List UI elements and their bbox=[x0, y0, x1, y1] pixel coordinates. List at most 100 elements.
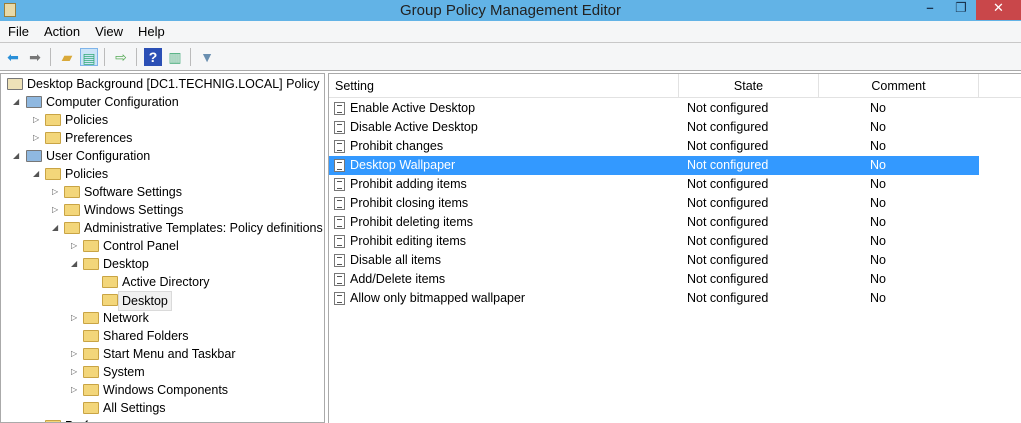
tree-node[interactable]: ▷ Windows Settings bbox=[1, 201, 324, 219]
close-button[interactable]: ✕ bbox=[976, 0, 1021, 20]
menu-view[interactable]: View bbox=[87, 21, 130, 39]
policy-setting-icon bbox=[334, 102, 345, 115]
collapse-icon[interactable]: ◢ bbox=[52, 219, 60, 237]
tree-node-label: Start Menu and Taskbar bbox=[103, 347, 236, 361]
tree-node[interactable]: ◢ Policies bbox=[1, 165, 324, 183]
collapse-icon[interactable]: ◢ bbox=[71, 255, 79, 273]
forward-arrow-icon[interactable]: ➡ bbox=[26, 48, 44, 66]
export-list-icon[interactable]: ⇨ bbox=[112, 48, 130, 66]
tree-node-label: Windows Components bbox=[103, 383, 229, 397]
setting-name: Allow only bitmapped wallpaper bbox=[350, 291, 526, 305]
setting-state: Not configured bbox=[687, 101, 769, 115]
expand-icon[interactable]: ▷ bbox=[33, 111, 41, 129]
config-icon bbox=[26, 150, 42, 162]
tree-node[interactable]: Desktop Background [DC1.TECHNIG.LOCAL] P… bbox=[1, 75, 324, 93]
policy-setting-icon bbox=[334, 273, 345, 286]
collapse-icon[interactable]: ◢ bbox=[13, 147, 21, 165]
show-hide-tree-icon[interactable]: ▤ bbox=[80, 48, 98, 66]
folder-icon bbox=[83, 330, 99, 342]
expand-icon[interactable]: ▷ bbox=[52, 201, 60, 219]
expand-icon[interactable]: ▷ bbox=[71, 309, 79, 327]
folder-icon bbox=[45, 114, 61, 126]
tree-node[interactable]: ▷ Preferences bbox=[1, 417, 324, 422]
setting-state: Not configured bbox=[687, 253, 769, 267]
tree-node-label: Software Settings bbox=[84, 185, 182, 199]
folder-icon bbox=[83, 384, 99, 396]
setting-row[interactable]: Disable all items Not configured No bbox=[329, 251, 979, 270]
tree-node[interactable]: Desktop bbox=[1, 291, 324, 311]
tree-node[interactable]: ▷ Control Panel bbox=[1, 237, 324, 255]
expand-icon[interactable]: ▷ bbox=[71, 237, 79, 255]
tree-node[interactable]: ◢ Desktop bbox=[1, 255, 324, 273]
column-header-setting[interactable]: Setting bbox=[329, 74, 679, 98]
tree-node[interactable]: ▷ Policies bbox=[1, 111, 324, 129]
menu-help[interactable]: Help bbox=[130, 21, 172, 39]
setting-row[interactable]: Add/Delete items Not configured No bbox=[329, 270, 979, 289]
expand-icon[interactable]: ▷ bbox=[71, 345, 79, 363]
back-arrow-icon[interactable]: ⬅ bbox=[4, 48, 22, 66]
folder-icon bbox=[83, 366, 99, 378]
setting-row[interactable]: Enable Active Desktop Not configured No bbox=[329, 99, 979, 118]
tree-node-label: Active Directory bbox=[122, 275, 210, 289]
tree-node-label: Preferences bbox=[65, 417, 132, 422]
setting-row[interactable]: Allow only bitmapped wallpaper Not config… bbox=[329, 289, 979, 308]
menu-bar: File Action View Help bbox=[0, 21, 1021, 43]
menu-action[interactable]: Action bbox=[36, 21, 87, 39]
expand-icon[interactable]: ▷ bbox=[71, 381, 79, 399]
folder-icon bbox=[83, 402, 99, 414]
tree-node[interactable]: ▷ Network bbox=[1, 309, 324, 327]
setting-row[interactable]: Desktop Wallpaper Not configured No bbox=[329, 156, 979, 175]
setting-state: Not configured bbox=[687, 158, 769, 172]
setting-row[interactable]: Prohibit deleting items Not configured No bbox=[329, 213, 979, 232]
setting-comment: No bbox=[870, 291, 886, 305]
setting-row[interactable]: Disable Active Desktop Not configured No bbox=[329, 118, 979, 137]
tree-node[interactable]: Active Directory bbox=[1, 273, 324, 291]
expand-icon[interactable]: ▷ bbox=[52, 183, 60, 201]
tree-node-label: Policies bbox=[65, 113, 109, 127]
setting-row[interactable]: Prohibit changes Not configured No bbox=[329, 137, 979, 156]
expand-icon[interactable]: ▷ bbox=[33, 129, 41, 147]
up-folder-icon[interactable]: ▰ bbox=[58, 48, 76, 66]
tree-node[interactable]: ▷ Software Settings bbox=[1, 183, 324, 201]
setting-row[interactable]: Prohibit adding items Not configured No bbox=[329, 175, 979, 194]
tree-node[interactable]: ◢ Computer Configuration bbox=[1, 93, 324, 111]
folder-icon bbox=[83, 312, 99, 324]
tree-node[interactable]: ▷ Windows Components bbox=[1, 381, 324, 399]
setting-state: Not configured bbox=[687, 215, 769, 229]
setting-name: Disable Active Desktop bbox=[350, 120, 478, 134]
collapse-icon[interactable]: ◢ bbox=[13, 93, 21, 111]
expand-icon[interactable]: ▷ bbox=[71, 363, 79, 381]
tree-node[interactable]: ◢ User Configuration bbox=[1, 147, 324, 165]
help-icon[interactable]: ? bbox=[144, 48, 162, 66]
tree-node[interactable]: ▷ System bbox=[1, 363, 324, 381]
folder-icon bbox=[45, 132, 61, 144]
policy-setting-icon bbox=[334, 197, 345, 210]
settings-list: Setting State Comment Enable Active Desk… bbox=[328, 73, 1021, 423]
setting-state: Not configured bbox=[687, 177, 769, 191]
tree-node-label: User Configuration bbox=[46, 149, 151, 163]
setting-comment: No bbox=[870, 253, 886, 267]
setting-row[interactable]: Prohibit closing items Not configured No bbox=[329, 194, 979, 213]
folder-icon bbox=[83, 240, 99, 252]
tree-node[interactable]: All Settings bbox=[1, 399, 324, 417]
tree-node-label: Desktop bbox=[118, 291, 172, 311]
menu-file[interactable]: File bbox=[0, 21, 36, 39]
column-header-state[interactable]: State bbox=[679, 74, 819, 98]
tree-node-label: Preferences bbox=[65, 131, 133, 145]
expand-icon[interactable]: ▷ bbox=[33, 417, 41, 422]
setting-name: Prohibit editing items bbox=[350, 234, 467, 248]
tree-node[interactable]: ▷ Preferences bbox=[1, 129, 324, 147]
collapse-icon[interactable]: ◢ bbox=[33, 165, 41, 183]
restore-button[interactable]: ❐ bbox=[946, 0, 976, 20]
action-pane-icon[interactable]: ▥ bbox=[166, 48, 184, 66]
setting-row[interactable]: Prohibit editing items Not configured No bbox=[329, 232, 979, 251]
minimize-button[interactable]: – bbox=[915, 0, 945, 20]
tree-node[interactable]: ▷ Start Menu and Taskbar bbox=[1, 345, 324, 363]
setting-state: Not configured bbox=[687, 139, 769, 153]
filter-icon[interactable]: ▼ bbox=[198, 48, 216, 66]
tree-node[interactable]: Shared Folders bbox=[1, 327, 324, 345]
policy-icon bbox=[7, 78, 23, 90]
setting-comment: No bbox=[870, 234, 886, 248]
tree-node[interactable]: ◢ Administrative Templates: Policy defini… bbox=[1, 219, 324, 237]
column-header-comment[interactable]: Comment bbox=[819, 74, 979, 98]
